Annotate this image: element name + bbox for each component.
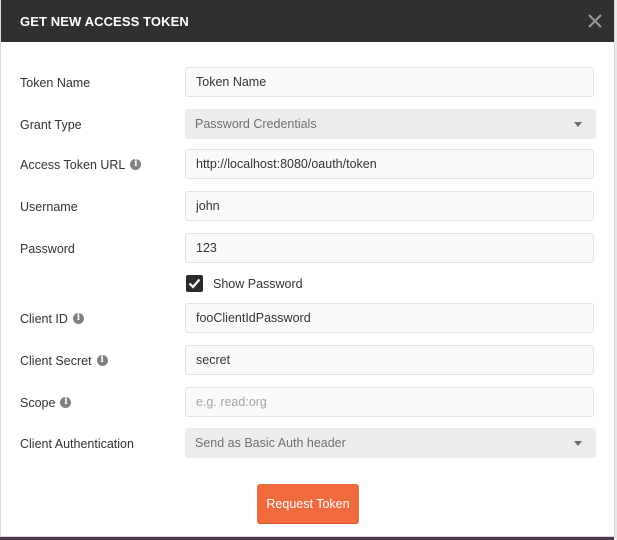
client-authentication-row: Client Authentication Send as Basic Auth… bbox=[1, 428, 614, 460]
client-id-label-wrap: Client ID i bbox=[20, 303, 84, 335]
client-secret-input[interactable] bbox=[185, 345, 594, 375]
access-token-url-input[interactable] bbox=[185, 149, 594, 179]
show-password-checkbox[interactable] bbox=[186, 275, 203, 292]
grant-type-select[interactable]: Password Credentials bbox=[185, 109, 596, 139]
grant-type-row: Grant Type Password Credentials bbox=[1, 109, 614, 141]
request-token-button[interactable]: Request Token bbox=[257, 484, 359, 523]
grant-type-label: Grant Type bbox=[20, 118, 82, 132]
client-secret-label: Client Secret bbox=[20, 354, 92, 368]
info-icon[interactable]: i bbox=[130, 159, 142, 171]
client-authentication-label: Client Authentication bbox=[20, 437, 134, 451]
grant-type-value: Password Credentials bbox=[195, 117, 317, 131]
password-input[interactable] bbox=[185, 233, 594, 263]
access-token-url-row: Access Token URL i bbox=[1, 149, 614, 181]
close-button[interactable] bbox=[584, 10, 606, 32]
dialog-title: GET NEW ACCESS TOKEN bbox=[20, 14, 189, 29]
scope-label-wrap: Scope i bbox=[20, 387, 72, 419]
scope-row: Scope i bbox=[1, 387, 614, 419]
info-icon[interactable]: i bbox=[72, 313, 84, 325]
username-label: Username bbox=[20, 200, 78, 214]
close-icon bbox=[588, 14, 602, 28]
token-name-input[interactable] bbox=[185, 67, 594, 97]
token-name-label: Token Name bbox=[20, 76, 91, 90]
access-token-url-label: Access Token URL bbox=[20, 158, 126, 172]
client-id-label: Client ID bbox=[20, 312, 68, 326]
access-token-dialog: GET NEW ACCESS TOKEN Token Name Grant Ty… bbox=[1, 0, 614, 536]
client-authentication-value: Send as Basic Auth header bbox=[195, 436, 346, 450]
info-icon[interactable]: i bbox=[96, 355, 108, 367]
dialog-header: GET NEW ACCESS TOKEN bbox=[1, 0, 614, 42]
show-password-label[interactable]: Show Password bbox=[213, 275, 303, 293]
password-row: Password bbox=[1, 233, 614, 265]
chevron-down-icon bbox=[574, 441, 582, 446]
client-id-input[interactable] bbox=[185, 303, 594, 333]
password-label: Password bbox=[20, 242, 75, 256]
scope-label: Scope bbox=[20, 396, 56, 410]
username-input[interactable] bbox=[185, 191, 594, 221]
token-name-row: Token Name bbox=[1, 67, 614, 99]
client-id-row: Client ID i bbox=[1, 303, 614, 335]
scope-input[interactable] bbox=[185, 387, 594, 417]
chevron-down-icon bbox=[574, 122, 582, 127]
client-secret-row: Client Secret i bbox=[1, 345, 614, 377]
access-token-url-label-wrap: Access Token URL i bbox=[20, 149, 142, 181]
username-row: Username bbox=[1, 191, 614, 223]
info-icon[interactable]: i bbox=[60, 397, 72, 409]
client-secret-label-wrap: Client Secret i bbox=[20, 345, 108, 377]
client-authentication-select[interactable]: Send as Basic Auth header bbox=[185, 428, 596, 458]
checkmark-icon bbox=[188, 278, 201, 289]
